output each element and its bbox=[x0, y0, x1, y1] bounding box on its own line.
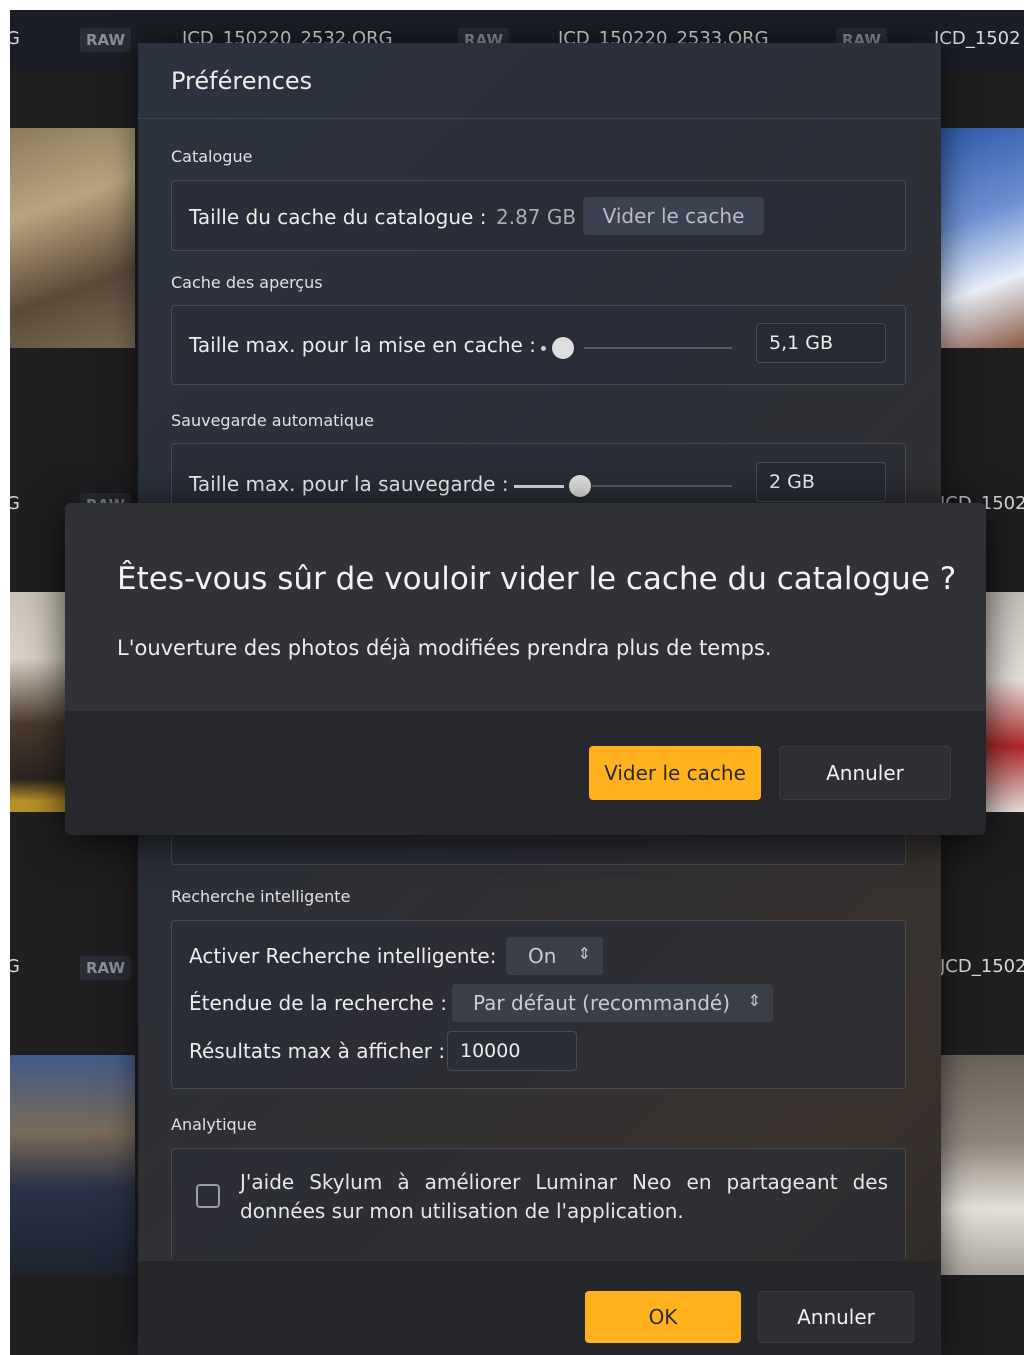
photo-thumbnail[interactable] bbox=[10, 128, 135, 348]
autosave-slider-track[interactable] bbox=[592, 485, 732, 487]
photo-thumbnail[interactable] bbox=[941, 128, 1024, 348]
smart-search-enable-select[interactable]: On ⇕ bbox=[506, 937, 603, 975]
photo-thumbnail[interactable] bbox=[10, 1055, 135, 1275]
preferences-footer: OK Annuler bbox=[138, 1261, 941, 1355]
autosave-max-label: Taille max. pour la sauvegarde : bbox=[189, 472, 509, 496]
max-results-label: Résultats max à afficher : bbox=[189, 1039, 446, 1063]
section-analytics-label: Analytique bbox=[171, 1115, 257, 1134]
section-autosave-label: Sauvegarde automatique bbox=[171, 411, 375, 430]
app-window: G RAW JCD_150220_2532.ORG RAW JCD_150220… bbox=[10, 10, 1024, 1355]
analytics-checkbox[interactable] bbox=[196, 1184, 220, 1208]
smart-search-group: Activer Recherche intelligente: On ⇕ Éte… bbox=[171, 920, 906, 1089]
title-divider bbox=[138, 118, 941, 119]
previews-size-field[interactable]: 5,1 GB bbox=[756, 323, 886, 363]
cancel-button[interactable]: Annuler bbox=[758, 1291, 914, 1343]
section-previews-label: Cache des aperçus bbox=[171, 273, 323, 292]
section-smart-search-label: Recherche intelligente bbox=[171, 887, 351, 906]
ok-button[interactable]: OK bbox=[585, 1291, 741, 1343]
raw-badge: RAW bbox=[80, 28, 132, 52]
confirm-clear-cache-button[interactable]: Vider le cache bbox=[589, 746, 761, 800]
search-scope-label: Étendue de la recherche : bbox=[189, 991, 447, 1015]
updown-chevron-icon: ⇕ bbox=[577, 944, 591, 963]
autosave-size-field[interactable]: 2 GB bbox=[756, 462, 886, 502]
previews-group: Taille max. pour la mise en cache : 5,1 … bbox=[171, 305, 906, 385]
autosave-slider-handle[interactable] bbox=[569, 475, 591, 497]
confirm-message: L'ouverture des photos déjà modifiées pr… bbox=[117, 636, 772, 660]
autosave-slider-fill bbox=[514, 485, 564, 488]
preferences-title: Préférences bbox=[171, 67, 313, 95]
confirm-title: Êtes-vous sûr de vouloir vider le cache … bbox=[117, 561, 957, 597]
file-name-fragment: G bbox=[10, 28, 20, 49]
file-name-fragment: G bbox=[10, 956, 20, 977]
previews-max-label: Taille max. pour la mise en cache : bbox=[189, 333, 536, 357]
catalogue-cache-label: Taille du cache du catalogue : bbox=[189, 205, 487, 229]
file-name[interactable]: JCD_1502 bbox=[940, 956, 1024, 977]
max-results-field[interactable]: 10000 bbox=[447, 1031, 577, 1071]
smart-search-enable-value: On bbox=[528, 944, 557, 968]
search-scope-value: Par défaut (recommandé) bbox=[473, 991, 730, 1015]
catalogue-group: Taille du cache du catalogue : 2.87 GB V… bbox=[171, 180, 906, 251]
clear-cache-button[interactable]: Vider le cache bbox=[583, 197, 764, 235]
analytics-text-line1: J'aide Skylum à améliorer Luminar Neo en… bbox=[240, 1170, 888, 1194]
section-catalogue-label: Catalogue bbox=[171, 147, 253, 166]
slider-min-dot bbox=[541, 346, 546, 351]
raw-badge: RAW bbox=[80, 956, 132, 980]
previews-slider-handle[interactable] bbox=[552, 337, 574, 359]
smart-search-enable-label: Activer Recherche intelligente: bbox=[189, 944, 497, 968]
catalogue-cache-size: 2.87 GB bbox=[496, 205, 577, 229]
file-name[interactable]: JCD_1502 bbox=[934, 28, 1021, 49]
confirm-footer: Vider le cache Annuler bbox=[65, 711, 986, 835]
file-name-fragment: G bbox=[10, 493, 20, 514]
confirm-clear-cache-dialog: Êtes-vous sûr de vouloir vider le cache … bbox=[65, 503, 986, 835]
updown-chevron-icon: ⇕ bbox=[747, 991, 761, 1010]
analytics-text-line2: données sur mon utilisation de l'applica… bbox=[240, 1199, 684, 1223]
confirm-cancel-button[interactable]: Annuler bbox=[779, 746, 951, 800]
analytics-group: J'aide Skylum à améliorer Luminar Neo en… bbox=[171, 1148, 906, 1259]
photo-thumbnail[interactable] bbox=[10, 592, 65, 812]
photo-thumbnail[interactable] bbox=[941, 1055, 1024, 1275]
previews-slider-track[interactable] bbox=[584, 347, 732, 349]
search-scope-select[interactable]: Par défaut (recommandé) ⇕ bbox=[452, 984, 773, 1022]
